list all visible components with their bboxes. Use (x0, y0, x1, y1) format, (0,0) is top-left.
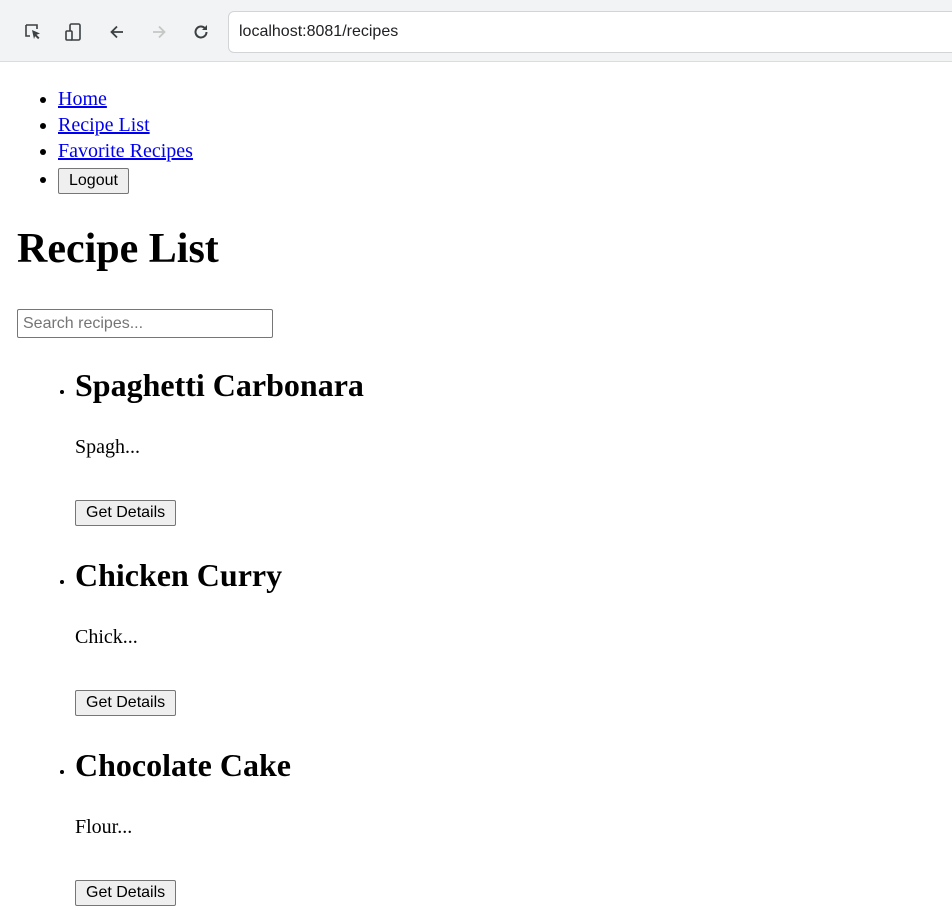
recipe-title: Spaghetti Carbonara (75, 367, 364, 403)
home-link[interactable]: Home (58, 88, 107, 110)
get-details-button[interactable]: Get Details (75, 500, 177, 526)
main-nav: Home Recipe List Favorite Recipes Logout (34, 86, 193, 194)
page-content: Home Recipe List Favorite Recipes Logout… (0, 62, 952, 906)
forward-arrow-icon (147, 20, 171, 44)
recipe-description: Spagh... (75, 436, 140, 458)
nav-item-recipe-list: Recipe List (58, 112, 193, 138)
recipe-description: Flour... (75, 816, 133, 838)
recipe-list: Spaghetti Carbonara Spagh... Get Details… (34, 365, 364, 910)
recipe-actions: Get Details (75, 489, 364, 530)
address-bar[interactable]: localhost:8081/recipes (228, 11, 952, 53)
back-arrow-icon[interactable] (105, 20, 129, 44)
url-text: localhost:8081/recipes (239, 23, 399, 40)
recipe-list-link[interactable]: Recipe List (58, 114, 150, 136)
get-details-button[interactable]: Get Details (75, 690, 177, 716)
nav-item-logout: Logout (58, 166, 193, 194)
recipe-item: Chocolate Cake Flour... Get Details (75, 745, 364, 910)
device-toggle-icon[interactable] (62, 20, 86, 44)
get-details-button[interactable]: Get Details (75, 880, 177, 906)
browser-toolbar: localhost:8081/recipes (0, 0, 952, 62)
nav-item-favorite-recipes: Favorite Recipes (58, 138, 193, 164)
inspect-icon[interactable] (21, 20, 45, 44)
recipe-description: Chick... (75, 626, 138, 648)
page-title: Recipe List (17, 226, 219, 272)
nav-item-home: Home (58, 86, 193, 112)
recipe-actions: Get Details (75, 869, 364, 910)
logout-button[interactable]: Logout (58, 168, 129, 194)
recipe-actions: Get Details (75, 679, 364, 720)
recipe-title: Chicken Curry (75, 557, 283, 593)
reload-icon[interactable] (189, 20, 213, 44)
favorite-recipes-link[interactable]: Favorite Recipes (58, 140, 193, 162)
search-input[interactable] (17, 309, 273, 338)
recipe-item: Chicken Curry Chick... Get Details (75, 555, 364, 720)
recipe-item: Spaghetti Carbonara Spagh... Get Details (75, 365, 364, 530)
recipe-title: Chocolate Cake (75, 747, 291, 783)
